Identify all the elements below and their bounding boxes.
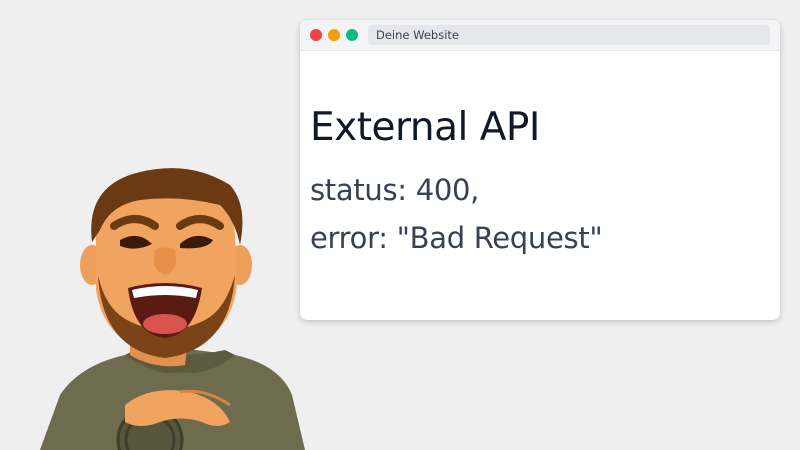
response-error-line: error: "Bad Request" [310,221,603,255]
response-status-line: status: 400, [310,173,480,207]
stage: Deine Website External API status: 400, … [0,0,800,450]
address-bar[interactable]: Deine Website [368,25,770,45]
avatar-icon [40,168,305,450]
page-title: External API [310,105,540,150]
title-bar: Deine Website [300,20,780,51]
page-content: External API status: 400, error: "Bad Re… [300,51,780,320]
minimize-dot-icon[interactable] [328,29,340,41]
maximize-dot-icon[interactable] [346,29,358,41]
browser-window: Deine Website External API status: 400, … [300,20,780,320]
close-dot-icon[interactable] [310,29,322,41]
